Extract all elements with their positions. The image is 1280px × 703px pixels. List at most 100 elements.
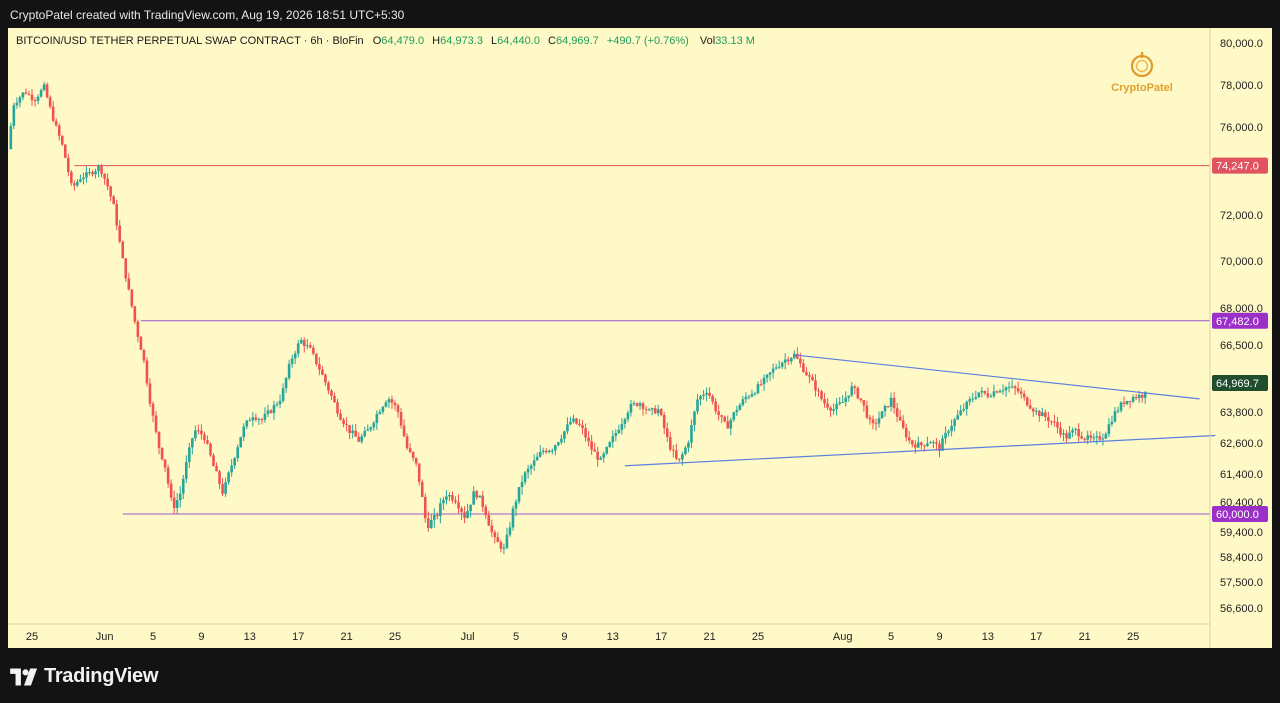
candle-body xyxy=(200,430,203,435)
candle-body xyxy=(835,403,838,410)
candle-body xyxy=(73,183,76,186)
candle-body xyxy=(693,411,696,426)
candle-body xyxy=(160,447,164,460)
candle-body xyxy=(1056,422,1059,428)
candle-body xyxy=(321,369,324,375)
candle-body xyxy=(184,461,188,479)
candle-body xyxy=(732,412,736,420)
candle-body xyxy=(907,437,911,441)
candle-body xyxy=(1038,410,1041,417)
candle-body xyxy=(21,92,25,98)
chart-panel[interactable]: 80,000.0 78,000.0 76,000.0 72,000.0 70,000.0… xyxy=(8,28,1272,648)
candle-body xyxy=(841,402,844,404)
legend-change: +490.7 (+0.76%) xyxy=(607,35,689,47)
candle-body xyxy=(1089,435,1093,438)
candle-body xyxy=(868,417,872,420)
candle-body xyxy=(290,358,294,364)
price-tick-label: 76,000.0 xyxy=(1220,122,1263,134)
time-tick-label: 9 xyxy=(936,631,942,643)
time-tick-label: 13 xyxy=(607,631,619,643)
candle-body xyxy=(789,358,793,362)
candle-body xyxy=(702,394,705,397)
top-bar: CryptoPatel created with TradingView.com… xyxy=(0,0,1280,28)
candle-body xyxy=(992,391,996,397)
candle-body xyxy=(115,204,118,226)
candle-body xyxy=(293,353,297,359)
candle-body xyxy=(904,427,908,438)
candle-body xyxy=(774,367,778,369)
candle-body xyxy=(442,499,445,504)
candle-body xyxy=(460,508,463,513)
price-tick-label: 62,600.0 xyxy=(1220,438,1263,450)
candle-body xyxy=(451,495,454,501)
candle-body xyxy=(327,382,330,391)
candle-body xyxy=(596,451,599,460)
candle-body xyxy=(408,448,412,452)
candle-body xyxy=(227,472,230,483)
candle-body xyxy=(653,408,657,414)
candle-body xyxy=(1131,396,1135,402)
legend-symbol: BITCOIN/USD TETHER PERPETUAL SWAP CONTRA… xyxy=(16,35,301,47)
candle-body xyxy=(802,363,805,372)
candle-body xyxy=(490,525,494,533)
candle-body xyxy=(272,404,276,413)
candle-body xyxy=(351,430,354,433)
candle-body xyxy=(563,431,566,439)
candle-body xyxy=(880,411,884,419)
tradingview-logo[interactable]: TradingView xyxy=(10,665,158,688)
candle-body xyxy=(1107,424,1111,434)
candle-body xyxy=(723,416,727,422)
candle-body xyxy=(94,171,97,175)
candle-body xyxy=(1110,421,1114,425)
candle-body xyxy=(750,394,754,397)
candle-body xyxy=(260,419,264,421)
time-tick-label: 25 xyxy=(1127,631,1139,643)
candle-body xyxy=(944,432,947,439)
candle-body xyxy=(157,431,161,448)
candle-body xyxy=(269,410,273,413)
candle-body xyxy=(895,408,899,417)
candle-body xyxy=(569,421,572,425)
candle-body xyxy=(275,403,279,405)
candle-body xyxy=(672,449,675,451)
candle-body xyxy=(602,453,606,458)
candle-body xyxy=(608,442,612,447)
cryptopatel-watermark: CryptoPatel xyxy=(1111,52,1173,94)
candle-body xyxy=(405,436,409,449)
legend-open: 64,479.0 xyxy=(381,35,424,47)
watermark-coin-icon xyxy=(1130,54,1154,78)
candle-body xyxy=(535,456,539,461)
candle-body xyxy=(436,515,439,517)
candle-body xyxy=(1113,411,1117,422)
candle-body xyxy=(1035,410,1038,412)
candle-body xyxy=(744,396,748,400)
legend-volume: 33.13 M xyxy=(715,35,755,47)
candle-body xyxy=(950,425,953,432)
candle-body xyxy=(148,383,152,404)
candle-body xyxy=(133,306,137,322)
candle-body xyxy=(517,486,521,502)
time-tick-label: Aug xyxy=(833,631,853,643)
price-chart[interactable]: 80,000.0 78,000.0 76,000.0 72,000.0 70,000.0… xyxy=(8,28,1272,648)
candle-body xyxy=(9,126,13,149)
candle-body xyxy=(463,512,466,518)
candle-body xyxy=(112,196,115,205)
candle-body xyxy=(756,384,760,394)
candle-body xyxy=(914,444,917,448)
time-axis[interactable]: 25 Jun 5 9 13 17 21 25 Jul 5 9 13 17 21 25 Aug 5 9 13 17 21 2… xyxy=(26,631,1139,643)
candle-body xyxy=(1134,396,1138,399)
candle-body xyxy=(1004,387,1008,391)
candle-body xyxy=(874,423,878,425)
candle-body xyxy=(239,437,243,448)
candle-body xyxy=(333,395,336,403)
price-tick-label: 61,400.0 xyxy=(1220,469,1263,481)
time-tick-label: 21 xyxy=(340,631,352,643)
candle-body xyxy=(197,430,200,432)
candle-body xyxy=(614,433,618,437)
candle-body xyxy=(188,447,191,462)
candle-body xyxy=(811,376,814,381)
candle-body xyxy=(508,527,512,535)
candle-body xyxy=(986,393,990,397)
candle-body xyxy=(230,465,233,473)
candle-body xyxy=(396,405,400,413)
